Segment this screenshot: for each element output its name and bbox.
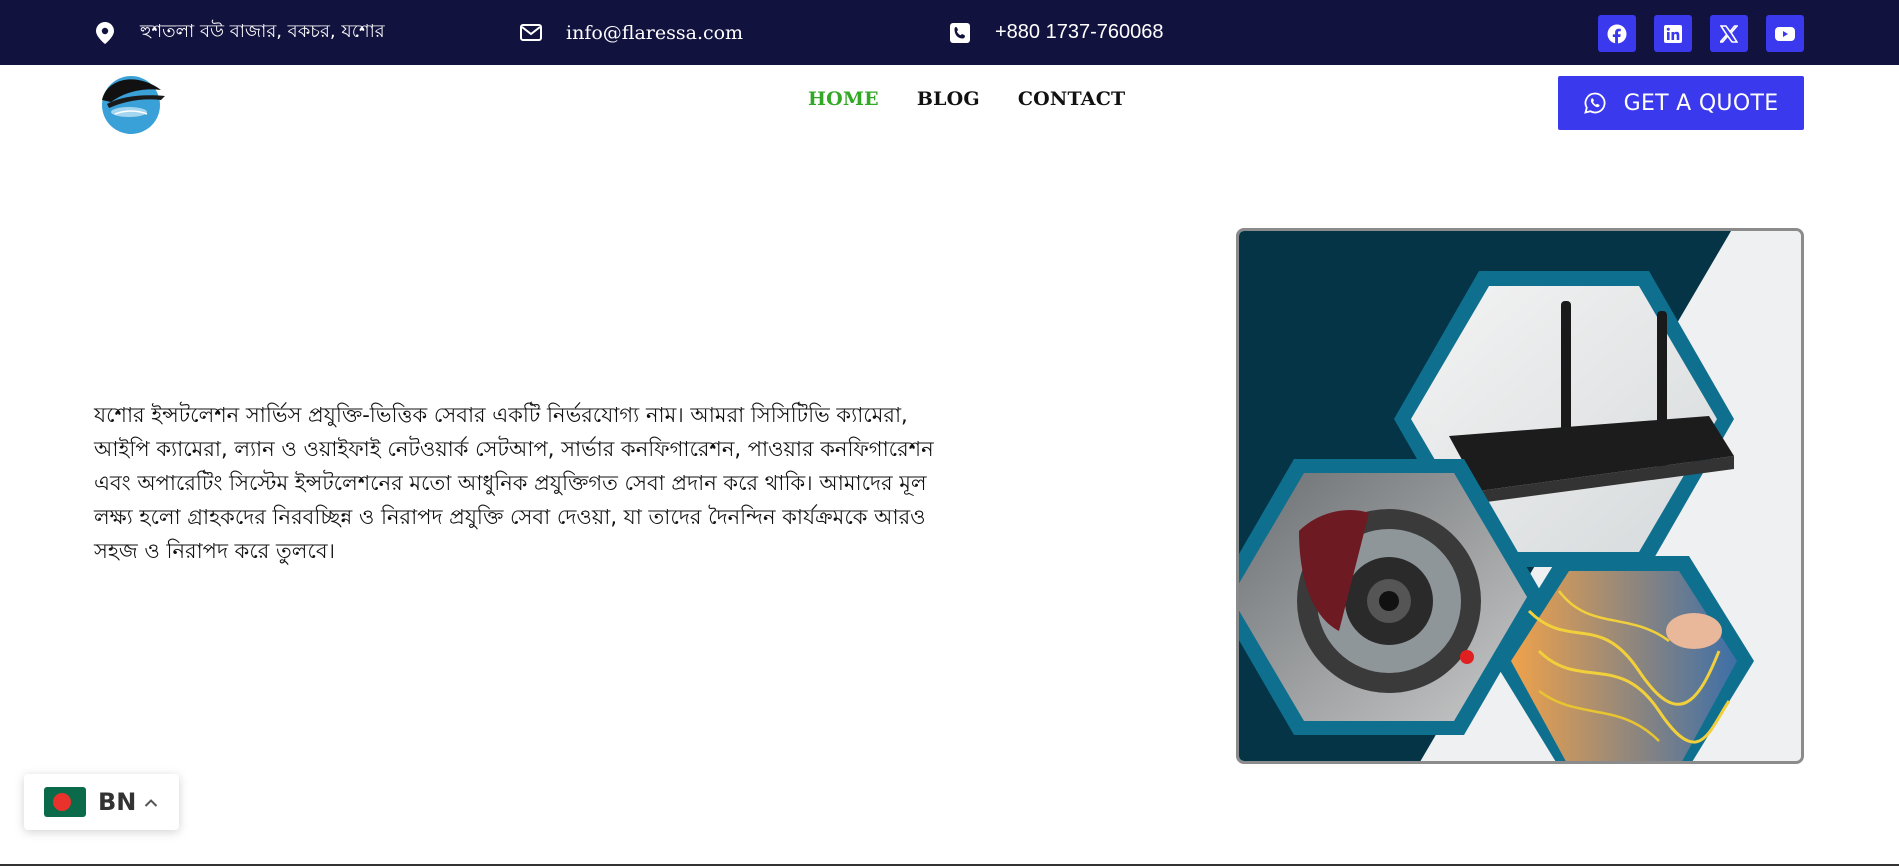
top-bar: হুশতলা বউ বাজার, বকচর, যশোর info@flaress… — [0, 0, 1899, 65]
email-text[interactable]: info@flaressa.com — [566, 22, 743, 44]
youtube-icon[interactable] — [1766, 15, 1804, 52]
quote-label[interactable]: GET A QUOTE — [1624, 91, 1779, 116]
phone-info[interactable]: +880 1737-760068 — [949, 0, 1164, 65]
language-code: BN — [98, 788, 137, 816]
site-logo[interactable] — [97, 70, 169, 136]
get-a-quote-button[interactable]: GET A QUOTE — [1558, 76, 1804, 130]
hero-image — [1236, 228, 1804, 764]
nav-home[interactable]: HOME — [808, 88, 879, 110]
nav-contact[interactable]: CONTACT — [1018, 88, 1126, 110]
hero-description: যশোর ইন্সটলেশন সার্ভিস প্রযুক্তি-ভিত্তিক… — [94, 403, 934, 563]
phone-text[interactable]: +880 1737-760068 — [995, 21, 1164, 44]
language-switcher[interactable]: BN — [24, 774, 179, 830]
envelope-icon — [520, 22, 542, 44]
whatsapp-icon — [1583, 92, 1606, 114]
bangladesh-flag-icon — [44, 787, 86, 817]
x-icon[interactable] — [1710, 15, 1748, 52]
social-links — [1598, 15, 1804, 52]
main-nav: HOME BLOG CONTACT — [808, 88, 1125, 110]
facebook-icon[interactable] — [1598, 15, 1636, 52]
address-text: হুশতলা বউ বাজার, বকচর, যশোর — [140, 21, 385, 42]
email-info[interactable]: info@flaressa.com — [520, 0, 743, 65]
linkedin-icon[interactable] — [1654, 15, 1692, 52]
nav-blog[interactable]: BLOG — [917, 88, 980, 110]
address-info: হুশতলা বউ বাজার, বকচর, যশোর — [94, 0, 385, 65]
chevron-up-icon — [144, 793, 158, 812]
phone-icon — [949, 22, 971, 44]
location-pin-icon — [94, 21, 116, 44]
